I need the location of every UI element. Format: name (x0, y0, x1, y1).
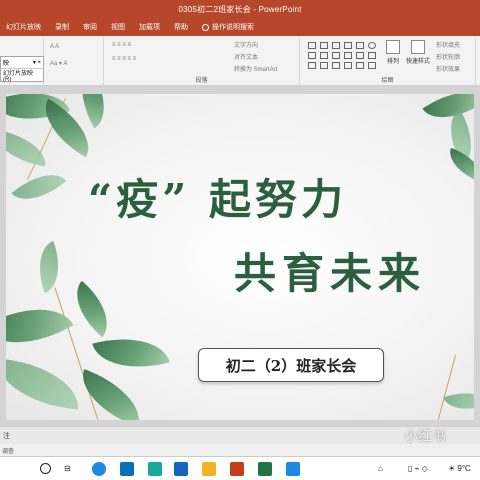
shape-brace-icon[interactable] (344, 62, 352, 69)
paragraph-group: ≡ ≡ ≡ ≡ ≡ ≡ ≡ ≡ ≡ 文字方向 对齐文本 转换为 SmartArt… (104, 36, 300, 86)
align-icons[interactable]: ≡ ≡ ≡ ≡ ≡ (112, 56, 136, 62)
arrange-button[interactable]: 排列 (382, 40, 404, 65)
tell-me-label: 操作说明搜索 (212, 24, 254, 31)
shape-line-icon[interactable] (344, 42, 352, 49)
app-icon[interactable] (174, 462, 188, 476)
shape-rect-icon[interactable] (356, 42, 364, 49)
dropdown-value: 映 (3, 61, 10, 67)
shape-rect-icon[interactable] (308, 42, 316, 49)
shape-oval-icon[interactable] (368, 42, 376, 49)
quick-styles-label: 快速样式 (405, 59, 430, 65)
dropdown-option[interactable]: 幻灯片放映(R) (1, 69, 43, 83)
leaf-decoration (71, 369, 151, 420)
shape-rect-icon[interactable] (308, 62, 316, 69)
powerpoint-icon[interactable] (230, 462, 244, 476)
shapes-gallery[interactable] (308, 42, 377, 69)
window-title: 0305初二2班家长会 - PowerPoint (178, 4, 302, 14)
tab-addins[interactable]: 加载项 (139, 22, 160, 32)
slide-headline-line2[interactable]: 共育未来 (234, 240, 426, 301)
slideshow-dropdown[interactable]: 映 ▾ × 幻灯片放映(R) (0, 56, 44, 83)
leaf-decoration (6, 286, 74, 366)
notification-icon[interactable]: ▯ ⌁ ◇ (408, 464, 428, 473)
paragraph-group-label: 段落 (195, 78, 208, 84)
weather-widget[interactable]: ☀ 9°C (448, 464, 471, 473)
weather-icon: ☀ (448, 464, 456, 473)
app-icon[interactable] (148, 462, 162, 476)
taskbar: ⊟ ⌂ ▯ ⌁ ◇ ☀ 9°C (0, 456, 480, 480)
task-view-icon[interactable]: ⊟ (64, 464, 71, 473)
leaf-decoration (62, 280, 122, 338)
shape-rect-icon[interactable] (332, 52, 340, 59)
ribbon-tabs: 幻灯片放映 录制 审阅 视图 加载项 帮助 操作说明搜索 (0, 18, 480, 36)
edge-browser-icon[interactable] (92, 462, 106, 476)
excel-icon[interactable] (258, 462, 272, 476)
gold-stem (436, 355, 457, 420)
leaf-decoration (28, 240, 70, 294)
app-icon[interactable] (286, 462, 300, 476)
font-color-icon[interactable]: Aa ▾ A (50, 60, 67, 67)
tab-record[interactable]: 录制 (55, 22, 69, 32)
leaf-decoration (443, 383, 474, 419)
shape-outline-button[interactable]: 形状轮廓 (436, 52, 460, 61)
shape-effects-button[interactable]: 形状效果 (436, 64, 460, 73)
shape-rect-icon[interactable] (308, 52, 316, 59)
slide-workspace: “疫” 起努力 共育未来 初二（2）班家长会 (0, 86, 480, 426)
ribbon-body: A A Aa ▾ A ≡ ≡ ≡ ≡ ≡ ≡ ≡ ≡ ≡ 文字方向 对齐文本 转… (0, 36, 480, 86)
tab-slideshow[interactable]: 幻灯片放映 (6, 22, 41, 32)
align-text-button[interactable]: 对齐文本 (234, 52, 258, 61)
slide-subtitle: 初二（2）班家长会 (225, 356, 357, 375)
drawing-group-label: 绘图 (381, 78, 394, 84)
watermark-text: 小红书 (404, 429, 446, 445)
tab-review[interactable]: 审阅 (83, 22, 97, 32)
list-bullets-icon[interactable]: ≡ ≡ ≡ ≡ (112, 42, 131, 48)
search-icon[interactable] (40, 463, 51, 474)
quick-styles-button[interactable]: 快速样式 (404, 40, 432, 65)
shape-triangle-icon[interactable] (320, 52, 328, 59)
weather-temp: 9°C (457, 464, 471, 473)
slide-canvas[interactable]: “疫” 起努力 共育未来 初二（2）班家长会 (6, 94, 474, 420)
notes-label: 注 (3, 432, 10, 440)
smartart-button[interactable]: 转换为 SmartArt (234, 64, 277, 73)
shape-rect-icon[interactable] (368, 52, 376, 59)
tell-me-search[interactable]: 操作说明搜索 (202, 22, 254, 32)
chevron-down-icon[interactable]: ▾ × (33, 59, 41, 66)
arrange-label: 排列 (386, 59, 399, 65)
shape-rect-icon[interactable] (356, 52, 364, 59)
leaf-decoration (6, 129, 51, 167)
arrange-icon (386, 40, 400, 54)
tab-help[interactable]: 帮助 (174, 22, 188, 32)
shape-rect-icon[interactable] (320, 62, 328, 69)
title-bar: 0305初二2班家长会 - PowerPoint (0, 0, 480, 18)
slide-subtitle-box[interactable]: 初二（2）班家长会 (198, 348, 384, 382)
shape-more-icon[interactable] (368, 62, 376, 69)
shape-rect-icon[interactable] (320, 42, 328, 49)
quick-styles-icon (411, 40, 425, 54)
leaf-decoration (6, 358, 82, 410)
shape-line-icon[interactable] (332, 42, 340, 49)
shape-brace-icon[interactable] (332, 62, 340, 69)
people-icon[interactable]: ⌂ (378, 464, 383, 473)
tab-view[interactable]: 视图 (111, 22, 125, 32)
app-icon[interactable] (120, 462, 134, 476)
slide-headline-line1[interactable]: “疫” 起努力 (88, 166, 347, 227)
leaf-decoration (11, 160, 67, 214)
font-size-aa-icon[interactable]: A A (50, 44, 59, 50)
lightbulb-icon (202, 23, 209, 31)
text-direction-button[interactable]: 文字方向 (234, 40, 258, 49)
shape-rect-icon[interactable] (344, 52, 352, 59)
shape-star-icon[interactable] (356, 62, 364, 69)
font-tools-group: A A Aa ▾ A (44, 36, 104, 86)
file-explorer-icon[interactable] (202, 462, 216, 476)
status-text: 调查 (2, 448, 15, 455)
shape-fill-button[interactable]: 形状填充 (436, 40, 460, 49)
